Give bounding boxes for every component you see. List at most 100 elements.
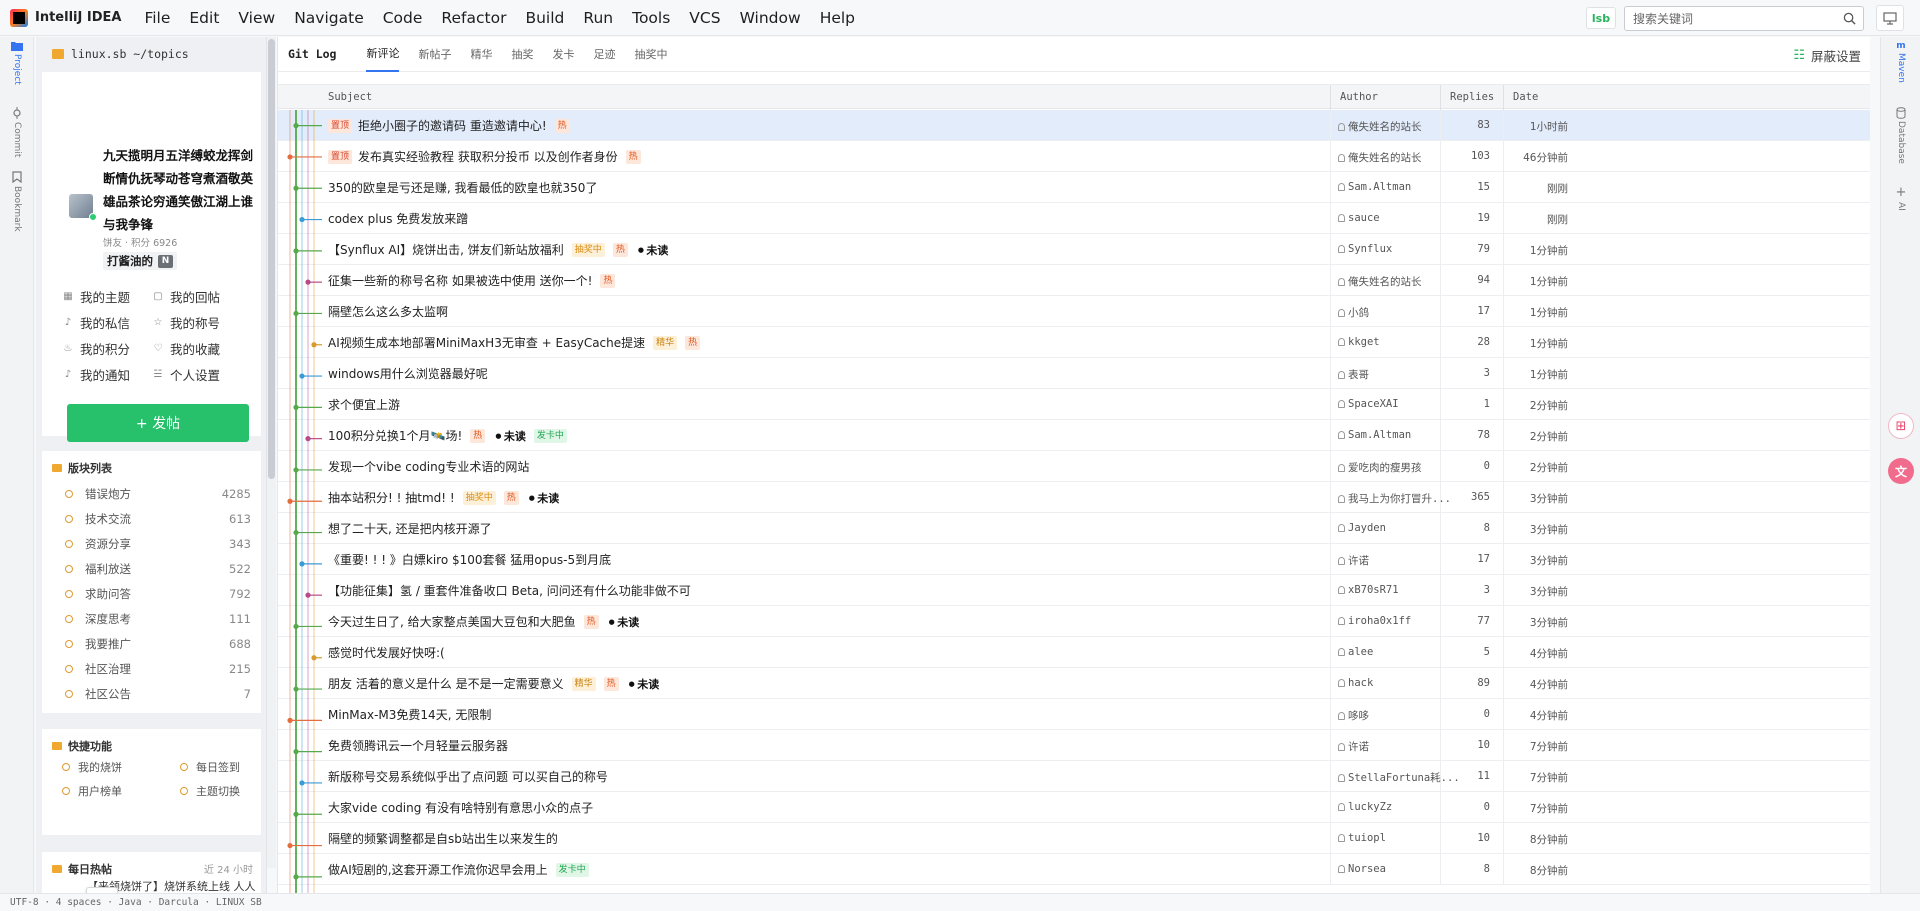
col-divider[interactable] <box>1330 85 1331 110</box>
table-row[interactable]: 隔壁的频繁调整都是自sb站出生以来发生的 tuiopl 10 8分钟前 <box>278 823 1871 854</box>
row-subject[interactable]: 100积分兑换1个月🛰️场! 热未读发卡中 <box>328 427 567 444</box>
board-item[interactable]: 错误炮方 4285 <box>42 481 261 506</box>
row-subject[interactable]: 【Synflux AI】烧饼出击, 饼友们新站放福利抽奖中热未读 <box>328 241 668 258</box>
col-date[interactable]: Date <box>1513 91 1538 103</box>
col-divider[interactable] <box>1440 85 1441 110</box>
row-subject[interactable]: 求个便宜上游 <box>328 396 400 413</box>
user-menu-item[interactable]: ▦ 我的主题 <box>62 287 152 306</box>
row-subject[interactable]: 置顶 拒绝小圈子的邀请码 重造邀请中心! 热 <box>328 117 570 134</box>
apps-float-button[interactable]: ⊞ <box>1888 413 1914 439</box>
main-scrollbar[interactable] <box>1870 37 1880 893</box>
user-menu-item[interactable]: ♨ 我的积分 <box>62 339 152 358</box>
row-subject[interactable]: 新版称号交易系统似乎出了点问题 可以买自己的称号 <box>328 768 608 785</box>
board-item[interactable]: 社区治理 215 <box>42 656 261 681</box>
user-menu-item[interactable]: ♪ 我的通知 <box>62 365 152 384</box>
row-subject[interactable]: codex plus 免费发放来蹭 <box>328 210 468 227</box>
table-row[interactable]: 350的欧皇是亏还是赚, 我看最低的欧皇也就350了 Sam.Altman 15 刚刚 <box>278 172 1871 203</box>
commit-tool-button[interactable]: Commit <box>0 107 34 157</box>
menu-vcs[interactable]: VCS <box>689 9 720 27</box>
row-subject[interactable]: MinMax-M3免费14天, 无限制 <box>328 706 491 723</box>
quick-function-item[interactable]: 我的烧饼 <box>62 759 180 775</box>
table-row[interactable]: 做AI短剧的,这套开源工作流你迟早会用上 发卡中 Norsea 8 8分钟前 <box>278 854 1871 885</box>
user-title-tag[interactable]: 打酱油的 N <box>103 252 177 270</box>
tab-1[interactable]: 新帖子 <box>418 37 451 72</box>
user-menu-item[interactable]: ☆ 我的称号 <box>152 313 242 332</box>
row-subject[interactable]: 置顶 发布真实经验教程 获取积分投币 以及创作者身份热 <box>328 148 641 165</box>
table-row[interactable]: 大家vide coding 有没有啥特别有意思小众的点子 luckyZz 0 7分钟前 <box>278 792 1871 823</box>
row-subject[interactable]: AI视频生成本地部署MiniMaxH3无审查 + EasyCache提速 精华热 <box>328 334 701 351</box>
quick-function-item[interactable]: 每日签到 <box>180 759 260 775</box>
table-row[interactable]: 新版称号交易系统似乎出了点问题 可以买自己的称号 StellaFortuna耗..… <box>278 761 1871 792</box>
row-subject[interactable]: 350的欧皇是亏还是赚, 我看最低的欧皇也就350了 <box>328 179 597 196</box>
table-row[interactable]: 免费领腾讯云一个月轻量云服务器 许诺 10 7分钟前 <box>278 730 1871 761</box>
table-row[interactable]: 发现一个vibe coding专业术语的网站 爱吃肉的瘦男孩 0 2分钟前 <box>278 451 1871 482</box>
row-subject[interactable]: 想了二十天, 还是把内核开源了 <box>328 520 492 537</box>
table-row[interactable]: 置顶 拒绝小圈子的邀请码 重造邀请中心! 热俺失姓名的站长 83 1小时前 <box>278 110 1871 141</box>
table-row[interactable]: 【Synflux AI】烧饼出击, 饼友们新站放福利抽奖中热未读Synflux7… <box>278 234 1871 265</box>
table-row[interactable]: 隔壁怎么这么多太监啊 小鸽 17 1分钟前 <box>278 296 1871 327</box>
menu-code[interactable]: Code <box>383 9 423 27</box>
table-row[interactable]: 感觉时代发展好快呀:(alee 5 4分钟前 <box>278 637 1871 668</box>
user-menu-item[interactable]: ♪ 我的私信 <box>62 313 152 332</box>
row-subject[interactable]: 征集一些新的称号名称 如果被选中使用 送你一个! 热 <box>328 272 616 289</box>
board-item[interactable]: 求助问答 792 <box>42 581 261 606</box>
search-input[interactable] <box>1625 11 1830 26</box>
col-divider[interactable] <box>1503 85 1504 110</box>
row-subject[interactable]: 【功能征集】氢 / 重套件准备收口 Beta, 问问还有什么功能非做不可 <box>328 582 691 599</box>
database-tool-button[interactable]: Database <box>1881 107 1920 164</box>
board-item[interactable]: 资源分享 343 <box>42 531 261 556</box>
table-row[interactable]: MinMax-M3免费14天, 无限制 哆哆 0 4分钟前 <box>278 699 1871 730</box>
table-row[interactable]: 朋友 活着的意义是什么 是不是一定需要意义精华热未读hack894分钟前 <box>278 668 1871 699</box>
row-subject[interactable]: windows用什么浏览器最好呢 <box>328 365 488 382</box>
board-item[interactable]: 深度思考 111 <box>42 606 261 631</box>
tab-0[interactable]: 新评论 <box>366 37 400 72</box>
board-item[interactable]: 社区公告 7 <box>42 681 261 706</box>
ai-tool-button[interactable]: + AI <box>1881 185 1920 211</box>
menu-build[interactable]: Build <box>525 9 564 27</box>
project-tool-button[interactable]: Project <box>0 41 34 85</box>
row-subject[interactable]: 隔壁怎么这么多太监啊 <box>328 303 448 320</box>
project-header[interactable]: linux.sb ~/topics <box>36 37 266 71</box>
maven-tool-button[interactable]: m Maven <box>1881 41 1920 83</box>
search-box[interactable] <box>1624 6 1864 31</box>
table-row[interactable]: 征集一些新的称号名称 如果被选中使用 送你一个! 热俺失姓名的站长 94 1分钟前 <box>278 265 1871 296</box>
row-subject[interactable]: 隔壁的频繁调整都是自sb站出生以来发生的 <box>328 830 558 847</box>
tab-6[interactable]: 抽奖中 <box>634 37 667 72</box>
row-subject[interactable]: 今天过生日了, 给大家整点美国大豆包和大肥鱼热未读 <box>328 613 639 630</box>
row-subject[interactable]: 大家vide coding 有没有啥特别有意思小众的点子 <box>328 799 593 816</box>
row-subject[interactable]: 做AI短剧的,这套开源工作流你迟早会用上 发卡中 <box>328 861 589 878</box>
table-row[interactable]: 抽本站积分! ! 抽tmd! !抽奖中热未读我马上为你打冒升...3653分钟前 <box>278 482 1871 513</box>
tab-2[interactable]: 精华 <box>470 37 492 72</box>
menu-navigate[interactable]: Navigate <box>294 9 364 27</box>
board-item[interactable]: 技术交流 613 <box>42 506 261 531</box>
table-row[interactable]: 今天过生日了, 给大家整点美国大豆包和大肥鱼热未读iroha0x1ff773分钟… <box>278 606 1871 637</box>
block-settings-button[interactable]: ☷ 屏蔽设置 <box>1793 46 1861 65</box>
table-row[interactable]: 100积分兑换1个月🛰️场!热未读发卡中Sam.Altman782分钟前 <box>278 420 1871 451</box>
tab-4[interactable]: 发卡 <box>552 37 574 72</box>
table-row[interactable]: codex plus 免费发放来蹭 sauce 19 刚刚 <box>278 203 1871 234</box>
panel-scrollbar-thumb[interactable] <box>268 39 275 479</box>
menu-edit[interactable]: Edit <box>189 9 219 27</box>
table-row[interactable]: 【功能征集】氢 / 重套件准备收口 Beta, 问问还有什么功能非做不可 xB70… <box>278 575 1871 606</box>
table-row[interactable]: windows用什么浏览器最好呢 表哥 3 1分钟前 <box>278 358 1871 389</box>
menu-help[interactable]: Help <box>820 9 855 27</box>
menu-refactor[interactable]: Refactor <box>441 9 506 27</box>
col-replies[interactable]: Replies <box>1450 91 1494 103</box>
col-subject[interactable]: Subject <box>328 91 372 103</box>
menu-window[interactable]: Window <box>740 9 801 27</box>
table-row[interactable]: AI视频生成本地部署MiniMaxH3无审查 + EasyCache提速 精华热 k… <box>278 327 1871 358</box>
search-icon[interactable] <box>1843 12 1856 25</box>
tab-5[interactable]: 足迹 <box>593 37 615 72</box>
row-subject[interactable]: 发现一个vibe coding专业术语的网站 <box>328 458 529 475</box>
menu-file[interactable]: File <box>144 9 170 27</box>
user-menu-item[interactable]: ☱ 个人设置 <box>152 365 242 384</box>
board-item[interactable]: 福利放送 522 <box>42 556 261 581</box>
table-row[interactable]: 想了二十天, 还是把内核开源了 Jayden 8 3分钟前 <box>278 513 1871 544</box>
table-row[interactable]: 置顶 发布真实经验教程 获取积分投币 以及创作者身份热俺失姓名的站长 103 46分钟… <box>278 141 1871 172</box>
new-post-button[interactable]: + 发帖 <box>67 404 249 442</box>
translate-float-button[interactable]: 文 <box>1888 458 1914 484</box>
menu-view[interactable]: View <box>238 9 275 27</box>
menu-run[interactable]: Run <box>583 9 613 27</box>
monitor-button[interactable] <box>1876 5 1904 31</box>
bookmark-tool-button[interactable]: Bookmark <box>0 171 34 232</box>
